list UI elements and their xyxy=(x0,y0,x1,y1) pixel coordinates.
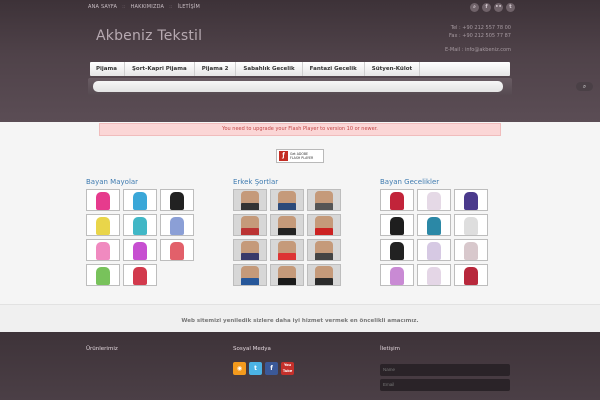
top-navigation: ANA SAYFA :: HAKKIMIZDA :: İLETİŞİM xyxy=(88,4,200,10)
topnav-separator: :: xyxy=(122,4,126,10)
product-thumbnail[interactable] xyxy=(270,264,304,286)
product-thumbnail[interactable] xyxy=(307,264,341,286)
site-logo[interactable]: Akbeniz Tekstil xyxy=(96,28,202,44)
main-content: You need to upgrade your Flash Player to… xyxy=(0,122,600,304)
product-thumbnail[interactable] xyxy=(307,189,341,211)
menu-item-sabahlik[interactable]: Sabahlık Gecelik xyxy=(236,62,303,76)
product-thumbnail[interactable] xyxy=(307,214,341,236)
product-thumbnail[interactable] xyxy=(417,264,451,286)
product-thumbnail[interactable] xyxy=(380,214,414,236)
search-button[interactable]: ⌕ xyxy=(576,82,593,91)
top-social-icons: ⌕ f •• t xyxy=(470,3,515,12)
header-contact-info: Tel : +90 212 557 78 00 Fax : +90 212 50… xyxy=(445,24,511,54)
product-thumbnail[interactable] xyxy=(123,239,157,261)
site-header: ANA SAYFA :: HAKKIMIZDA :: İLETİŞİM ⌕ f … xyxy=(0,0,600,122)
flash-badge-line2: FLASH PLAYER xyxy=(290,156,314,160)
topnav-contact-link[interactable]: İLETİŞİM xyxy=(178,4,201,10)
youtube-icon[interactable]: You Tube xyxy=(281,362,294,375)
product-thumbnail[interactable] xyxy=(233,189,267,211)
product-thumbnail[interactable] xyxy=(123,189,157,211)
footer-social-title: Sosyal Medya xyxy=(233,346,271,352)
product-thumbnail[interactable] xyxy=(417,239,451,261)
topnav-home-link[interactable]: ANA SAYFA xyxy=(88,4,117,10)
search-bar: ⌕ xyxy=(88,78,593,95)
swimwear-gallery xyxy=(86,189,194,286)
get-flash-player-badge[interactable]: ƒ Get ADOBE FLASH PLAYER xyxy=(276,149,324,163)
flash-warning-banner: You need to upgrade your Flash Player to… xyxy=(99,123,501,136)
product-thumbnail[interactable] xyxy=(454,239,488,261)
product-thumbnail[interactable] xyxy=(123,264,157,286)
product-thumbnail[interactable] xyxy=(86,239,120,261)
search-icon[interactable]: ⌕ xyxy=(470,3,479,12)
product-thumbnail[interactable] xyxy=(454,264,488,286)
menu-item-sort-kapri[interactable]: Şort-Kapri Pijama xyxy=(125,62,195,76)
flickr-icon[interactable]: •• xyxy=(494,3,503,12)
product-thumbnail[interactable] xyxy=(454,189,488,211)
main-menu: Pijama Şort-Kapri Pijama Pijama 2 Sabahl… xyxy=(90,62,510,76)
footer-products-title: Ürünlerimiz xyxy=(86,346,118,352)
site-tagline: Web sitemizi yeniledik sizlere daha iyi … xyxy=(181,318,419,324)
product-thumbnail[interactable] xyxy=(307,239,341,261)
footer-name-field[interactable] xyxy=(380,364,510,376)
menu-item-fantazi[interactable]: Fantazi Gecelik xyxy=(303,62,365,76)
product-thumbnail[interactable] xyxy=(86,189,120,211)
email-text: E-Mail : info@akbeniz.com xyxy=(444,47,511,53)
category-title-mayolar[interactable]: Bayan Mayolar xyxy=(86,178,138,186)
facebook-icon[interactable]: f xyxy=(265,362,278,375)
product-thumbnail[interactable] xyxy=(380,239,414,261)
twitter-icon[interactable]: t xyxy=(249,362,262,375)
category-title-gecelikler[interactable]: Bayan Gecelikler xyxy=(380,178,439,186)
flash-icon: ƒ xyxy=(279,151,288,161)
product-thumbnail[interactable] xyxy=(380,189,414,211)
menu-item-sutyen[interactable]: Sütyen-Külot xyxy=(365,62,421,76)
product-thumbnail[interactable] xyxy=(417,189,451,211)
product-thumbnail[interactable] xyxy=(270,214,304,236)
rss-icon[interactable]: ◉ xyxy=(233,362,246,375)
facebook-icon[interactable]: f xyxy=(482,3,491,12)
category-title-sortlar[interactable]: Erkek Şortlar xyxy=(233,178,278,186)
product-thumbnail[interactable] xyxy=(160,214,194,236)
product-thumbnail[interactable] xyxy=(417,214,451,236)
fax-text: Fax : +90 212 505 77 87 xyxy=(448,33,511,39)
product-thumbnail[interactable] xyxy=(380,264,414,286)
product-thumbnail[interactable] xyxy=(233,214,267,236)
footer-email-field[interactable] xyxy=(380,379,510,391)
topnav-separator: :: xyxy=(169,4,173,10)
product-thumbnail[interactable] xyxy=(233,264,267,286)
search-input[interactable] xyxy=(93,81,503,92)
site-footer: Ürünlerimiz Sosyal Medya İletişim ◉ t f … xyxy=(0,332,600,400)
nightgown-gallery xyxy=(380,189,488,286)
menu-item-pijama-2[interactable]: Pijama 2 xyxy=(195,62,237,76)
product-thumbnail[interactable] xyxy=(454,214,488,236)
product-thumbnail[interactable] xyxy=(160,189,194,211)
footer-contact-title: İletişim xyxy=(380,346,400,352)
product-thumbnail[interactable] xyxy=(270,239,304,261)
topnav-about-link[interactable]: HAKKIMIZDA xyxy=(131,4,165,10)
product-thumbnail[interactable] xyxy=(270,189,304,211)
product-thumbnail[interactable] xyxy=(123,214,157,236)
product-thumbnail[interactable] xyxy=(160,239,194,261)
product-thumbnail[interactable] xyxy=(233,239,267,261)
product-thumbnail[interactable] xyxy=(86,214,120,236)
menu-item-pijama[interactable]: Pijama xyxy=(90,62,125,76)
product-thumbnail[interactable] xyxy=(86,264,120,286)
mens-shorts-gallery xyxy=(233,189,341,286)
footer-social-icons: ◉ t f You Tube xyxy=(233,362,294,375)
phone-text: Tel : +90 212 557 78 00 xyxy=(450,25,511,31)
search-icon: ⌕ xyxy=(582,83,587,90)
twitter-icon[interactable]: t xyxy=(506,3,515,12)
